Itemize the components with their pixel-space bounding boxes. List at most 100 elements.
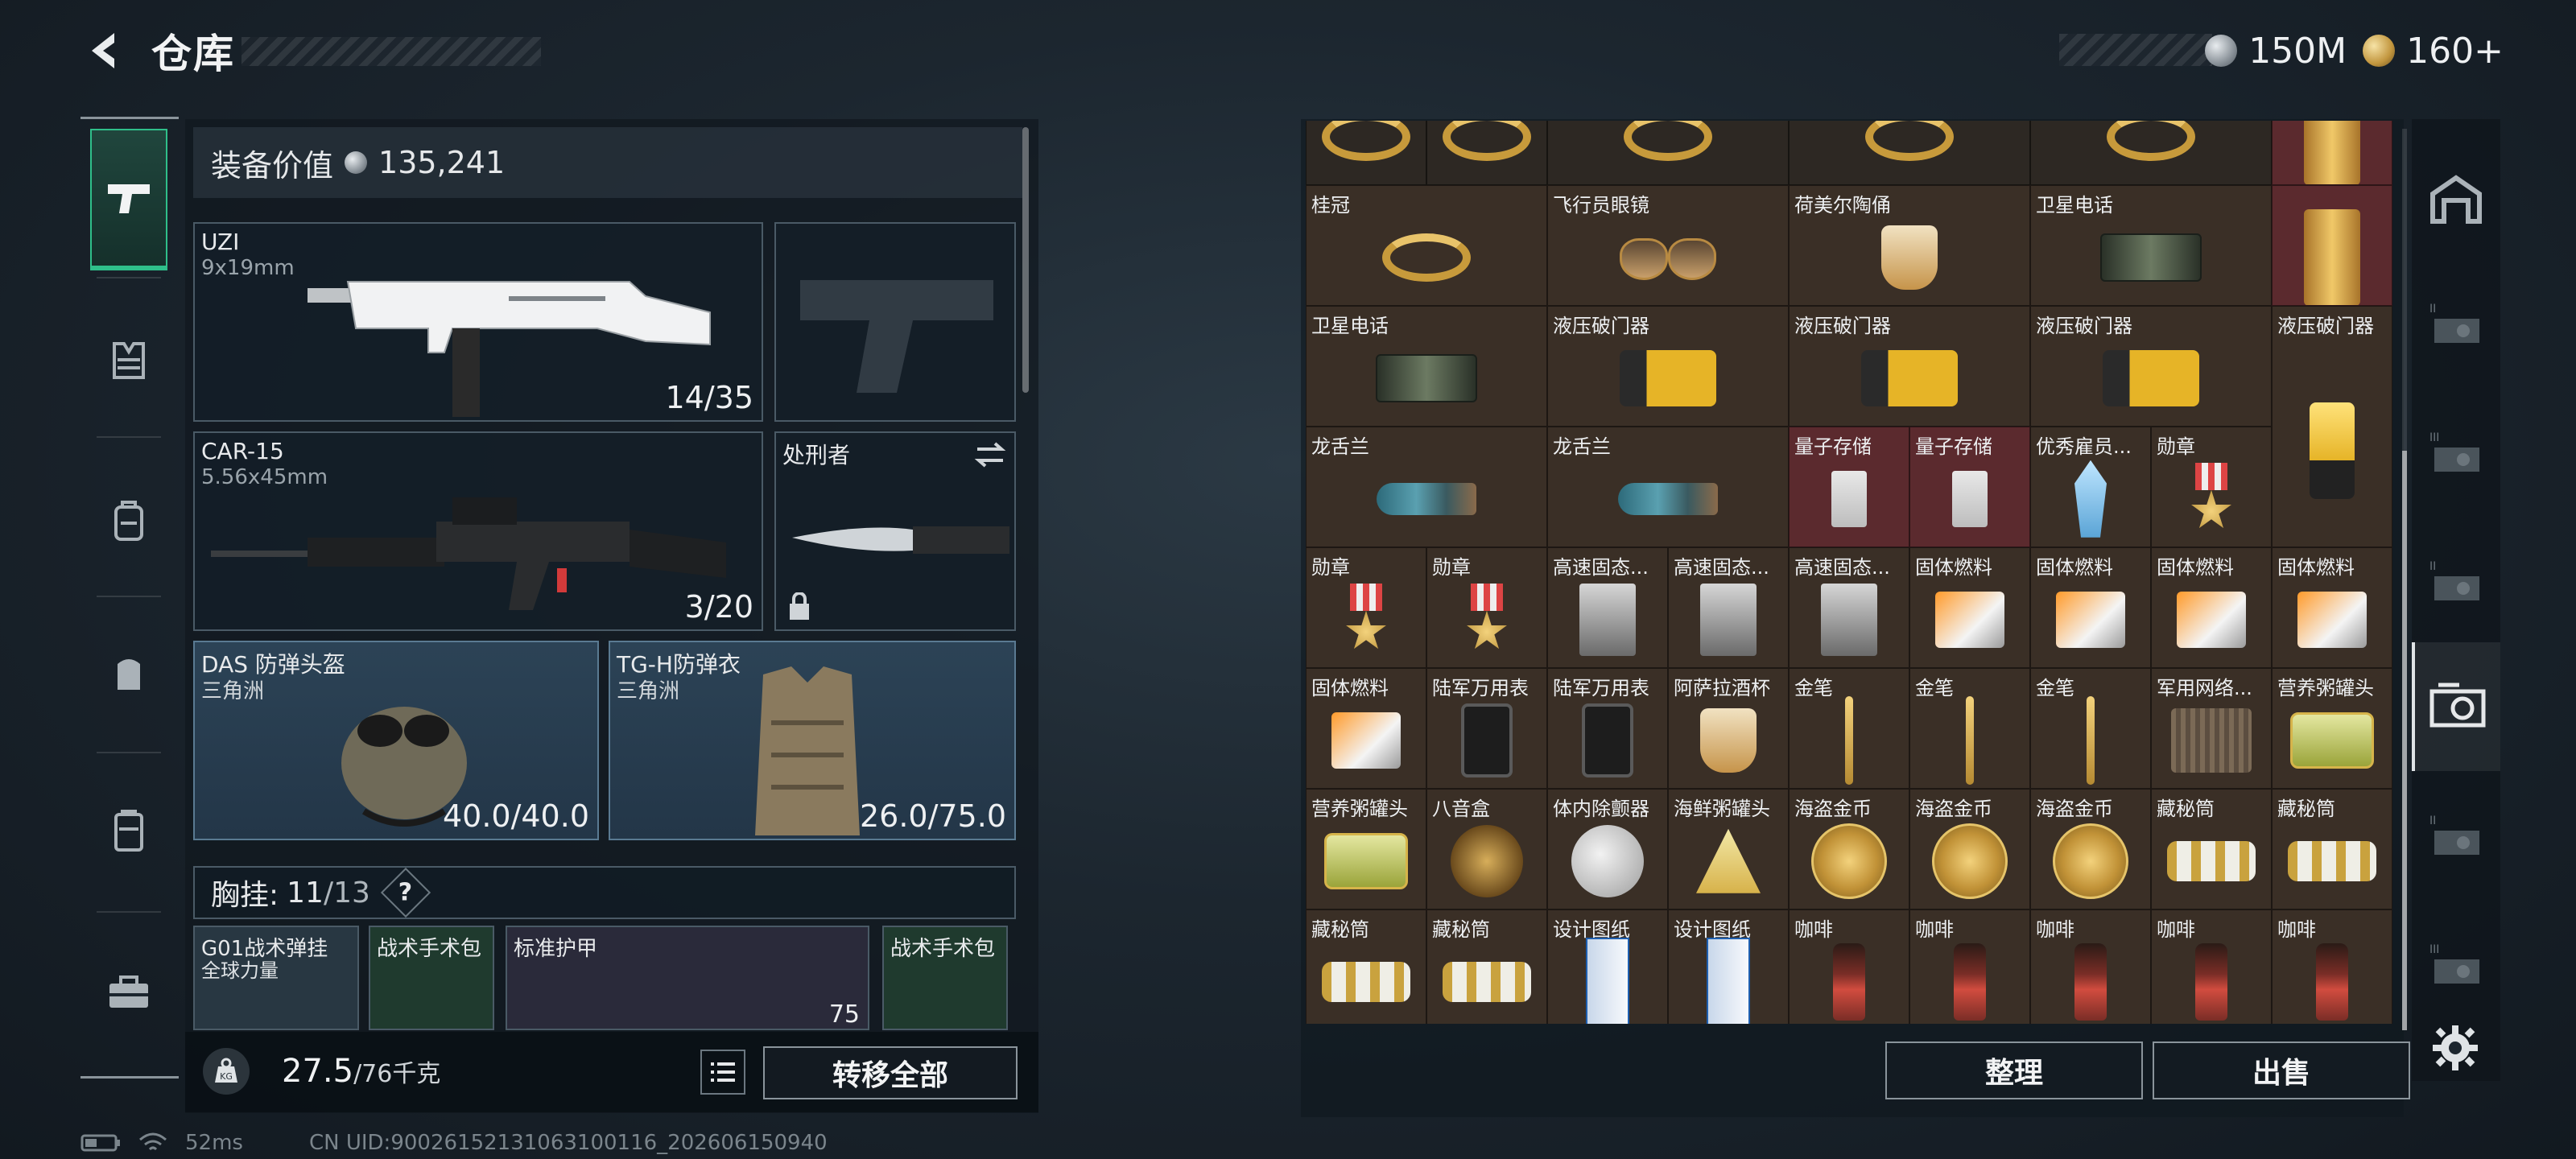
nav-toolbox[interactable]	[90, 922, 167, 1064]
surgery-kit-name-2: 战术手术包	[890, 937, 996, 961]
secondary-weapon-slot[interactable]: CAR-15 5.56x45mm 3/20	[193, 431, 763, 631]
transfer-all-button[interactable]: 转移全部	[763, 1046, 1018, 1099]
inventory-item[interactable]: 高速固态...	[1789, 547, 1909, 668]
inventory-item-label: 海鲜粥罐头	[1674, 798, 1770, 820]
armor-slot[interactable]: TG-H防弹衣 三角洲 26.0/75.0	[609, 641, 1016, 840]
inventory-item[interactable]: 高速固态...	[1547, 547, 1668, 668]
melee-slot[interactable]: 处刑者	[774, 431, 1016, 631]
inventory-item[interactable]: 藏秘筒	[2272, 789, 2392, 909]
inventory-item[interactable]: 高速固态...	[1668, 547, 1789, 668]
nav-stash-3[interactable]: III	[2412, 390, 2500, 518]
silver-currency[interactable]: 150M	[2205, 31, 2347, 72]
primary-weapon-slot[interactable]: UZI 9x19mm 14/35	[193, 222, 763, 422]
inventory-item[interactable]: 优秀雇员...	[2030, 427, 2151, 547]
inventory-item[interactable]: 荷美尔陶俑	[1789, 185, 2030, 306]
weight-readout: 27.5/76千克	[282, 1053, 440, 1090]
inventory-item[interactable]: 勋章	[1306, 547, 1426, 668]
inventory-item[interactable]: 军用网络...	[2151, 668, 2272, 789]
case-icon	[114, 810, 143, 852]
inventory-item[interactable]: 咖啡	[1909, 909, 2030, 1024]
inventory-item[interactable]: 海盗金币	[1909, 789, 2030, 909]
inventory-item[interactable]: 咖啡	[2272, 909, 2392, 1024]
inventory-item[interactable]: 固体燃料	[1909, 547, 2030, 668]
help-icon[interactable]: ?	[380, 867, 431, 918]
inventory-item[interactable]	[1306, 121, 1426, 185]
inventory-item[interactable]: 咖啡	[1789, 909, 1909, 1024]
sort-button[interactable]: 整理	[1885, 1041, 2143, 1099]
inventory-item[interactable]	[2272, 185, 2392, 306]
inventory-item[interactable]	[1426, 121, 1547, 185]
swap-icon[interactable]	[974, 441, 1006, 468]
nav-backpack[interactable]	[90, 449, 167, 591]
inventory-item[interactable]: 固体燃料	[2151, 547, 2272, 668]
inventory-item[interactable]	[1789, 121, 2030, 185]
surgery-kit-slot[interactable]: 战术手术包	[369, 926, 494, 1030]
inventory-item[interactable]: 营养粥罐头	[2272, 668, 2392, 789]
helmet-slot[interactable]: DAS 防弹头盔 三角洲 40.0/40.0	[193, 641, 599, 840]
inventory-item-label: 海盗金币	[1915, 798, 1992, 820]
inventory-item[interactable]: 金笔	[1909, 668, 2030, 789]
inventory-item[interactable]: 设计图纸	[1547, 909, 1668, 1024]
inventory-item[interactable]: 陆军万用表	[1426, 668, 1547, 789]
nav-stash-3b[interactable]: III	[2412, 901, 2500, 1030]
inventory-item[interactable]: 陆军万用表	[1547, 668, 1668, 789]
inventory-item[interactable]: 量子存储	[1789, 427, 1909, 547]
inventory-item[interactable]: 固体燃料	[2272, 547, 2392, 668]
inventory-item[interactable]: 金笔	[1789, 668, 1909, 789]
inventory-item[interactable]: 液压破门器	[1547, 306, 1789, 427]
value-coin-icon	[345, 151, 368, 174]
inventory-item[interactable]: 飞行员眼镜	[1547, 185, 1789, 306]
inventory-item[interactable]: 海鲜粥罐头	[1668, 789, 1789, 909]
inventory-item[interactable]: 藏秘筒	[2151, 789, 2272, 909]
inventory-item[interactable]: 卫星电话	[1306, 306, 1547, 427]
nav-vest[interactable]	[90, 290, 167, 431]
gold-currency[interactable]: 160+	[2363, 31, 2504, 72]
inventory-item[interactable]: 液压破门器	[2030, 306, 2272, 427]
inventory-item[interactable]: 营养粥罐头	[1306, 789, 1426, 909]
inventory-item[interactable]: 海盗金币	[2030, 789, 2151, 909]
usb-image	[1952, 470, 1988, 527]
inventory-item[interactable]: 海盗金币	[1789, 789, 1909, 909]
inventory-item[interactable]: 阿萨拉酒杯	[1668, 668, 1789, 789]
inventory-item[interactable]: 桂冠	[1306, 185, 1547, 306]
inventory-item[interactable]: 固体燃料	[2030, 547, 2151, 668]
inventory-item[interactable]: 咖啡	[2030, 909, 2151, 1024]
surgery-kit-slot-2[interactable]: 战术手术包	[882, 926, 1008, 1030]
chest-rig-item[interactable]: G01战术弹挂 全球力量	[193, 926, 359, 1030]
inventory-item[interactable]: 液压破门器	[1789, 306, 2030, 427]
inventory-item[interactable]: 龙舌兰	[1306, 427, 1547, 547]
settings-button[interactable]	[2429, 1022, 2481, 1074]
inventory-item[interactable]: 体内除颤器	[1547, 789, 1668, 909]
inventory-item[interactable]: 藏秘筒	[1306, 909, 1426, 1024]
standard-armor-slot[interactable]: 标准护甲 75	[506, 926, 869, 1030]
inventory-item[interactable]: 八音盒	[1426, 789, 1547, 909]
inventory-item[interactable]: 龙舌兰	[1547, 427, 1789, 547]
equipment-scrollbar[interactable]	[1022, 127, 1029, 393]
inventory-item[interactable]: 勋章	[1426, 547, 1547, 668]
list-view-button[interactable]	[700, 1050, 745, 1095]
inventory-item[interactable]: 量子存储	[1909, 427, 2030, 547]
nav-pouch[interactable]	[90, 602, 167, 744]
inventory-item[interactable]: 咖啡	[2151, 909, 2272, 1024]
inventory-item[interactable]: 设计图纸	[1668, 909, 1789, 1024]
sell-button[interactable]: 出售	[2153, 1041, 2410, 1099]
back-arrow-icon[interactable]	[80, 27, 129, 75]
inventory-item[interactable]: 液压破门器	[2272, 306, 2392, 547]
nav-stash-2[interactable]: II	[2412, 261, 2500, 390]
nav-case[interactable]	[90, 760, 167, 901]
inventory-item[interactable]	[2272, 121, 2392, 185]
inventory-item[interactable]	[2030, 121, 2272, 185]
inventory-scrollbar-thumb[interactable]	[2402, 451, 2407, 1030]
inventory-item[interactable]: 金笔	[2030, 668, 2151, 789]
inventory-item[interactable]: 固体燃料	[1306, 668, 1426, 789]
nav-warehouse[interactable]	[2412, 135, 2500, 264]
inventory-item[interactable]: 勋章	[2151, 427, 2272, 547]
sidearm-slot[interactable]	[774, 222, 1016, 422]
nav-stash-2c[interactable]: II	[2412, 773, 2500, 901]
nav-stash-2b[interactable]: II	[2412, 518, 2500, 647]
inventory-item[interactable]	[1547, 121, 1789, 185]
inventory-item[interactable]: 卫星电话	[2030, 185, 2272, 306]
nav-weapons[interactable]	[90, 129, 167, 270]
nav-stash-active[interactable]	[2412, 642, 2500, 771]
inventory-item[interactable]: 藏秘筒	[1426, 909, 1547, 1024]
